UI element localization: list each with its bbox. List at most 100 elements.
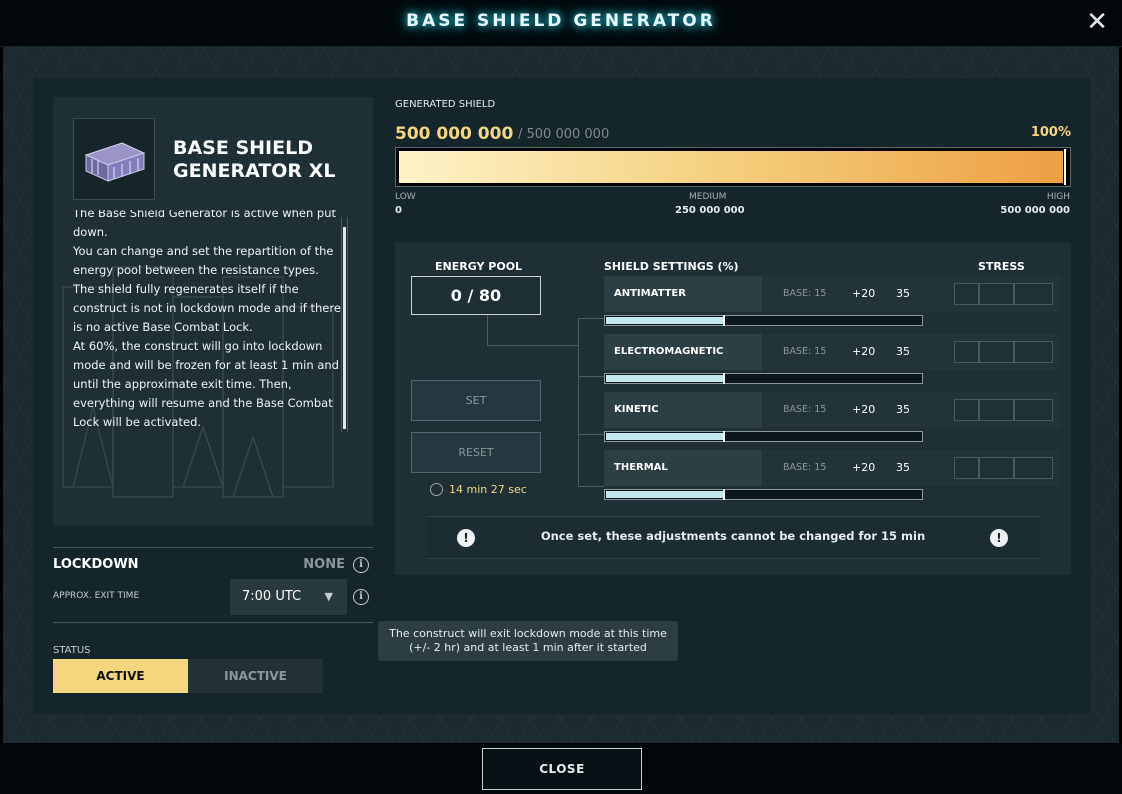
- resistance-added: +20: [852, 461, 876, 474]
- inactive-button[interactable]: INACTIVE: [188, 659, 323, 693]
- scale-low-value: 0: [395, 205, 402, 216]
- set-button[interactable]: SET: [411, 380, 541, 421]
- resistance-base: BASE: 15: [783, 404, 827, 415]
- info-icon[interactable]: i: [353, 557, 369, 573]
- status-label: STATUS: [53, 645, 91, 656]
- scale-low-label: LOW: [395, 192, 416, 202]
- energy-pool-label: ENERGY POOL: [435, 260, 523, 273]
- resistance-total: 35: [896, 403, 910, 416]
- element-description[interactable]: The Base Shield Generator is active when…: [73, 210, 341, 430]
- resistance-row-electromagnetic: ELECTROMAGNETIC BASE: 15 +20 35: [604, 334, 1060, 370]
- shield-bar-marker: [1064, 149, 1066, 185]
- description-line: At 60%, the construct will go into lockd…: [73, 339, 323, 353]
- element-thumbnail: [73, 118, 155, 200]
- description-line: down.: [73, 225, 108, 239]
- active-button[interactable]: ACTIVE: [53, 659, 188, 693]
- resistance-slider[interactable]: [604, 489, 923, 500]
- stress-label: STRESS: [978, 260, 1025, 273]
- stress-cell: [1014, 457, 1053, 479]
- description-scrollbar[interactable]: [341, 217, 348, 432]
- stress-cell: [979, 457, 1014, 479]
- description-line: energy pool between the resistance types…: [73, 263, 319, 277]
- window-title: BASE SHIELD GENERATOR: [406, 11, 716, 31]
- resistance-row-thermal: THERMAL BASE: 15 +20 35: [604, 450, 1060, 486]
- slider-handle[interactable]: [723, 431, 725, 442]
- stress-cell: [979, 283, 1014, 305]
- resistance-name: KINETIC: [604, 392, 762, 428]
- scale-high-value: 500 000 000: [1000, 205, 1070, 216]
- slider-handle[interactable]: [723, 489, 725, 500]
- connector-line: [487, 315, 488, 346]
- info-icon[interactable]: i: [353, 589, 369, 605]
- slider-handle[interactable]: [723, 373, 725, 384]
- connector-line: [578, 434, 604, 435]
- divider: [53, 547, 373, 548]
- shield-generator-icon: [84, 142, 146, 182]
- energy-pool-value: 0 / 80: [411, 276, 541, 315]
- lockdown-value: NONE: [303, 557, 345, 572]
- stress-cell: [979, 341, 1014, 363]
- description-line: The shield fully regenerates itself if t…: [73, 282, 299, 296]
- slider-fill: [606, 491, 723, 498]
- resistance-total: 35: [896, 345, 910, 358]
- warning-icon: !: [990, 529, 1008, 547]
- connector-line: [487, 345, 579, 346]
- description-line: until the approximate exit time. Then,: [73, 377, 292, 391]
- shield-settings-label: SHIELD SETTINGS (%): [604, 260, 739, 273]
- element-name: BASE SHIELD GENERATOR XL: [173, 137, 336, 182]
- resistance-name: ANTIMATTER: [604, 276, 762, 312]
- resistance-slider[interactable]: [604, 315, 923, 326]
- shield-percent: 100%: [1030, 125, 1071, 140]
- divider: [53, 622, 373, 623]
- description-line: The Base Shield Generator is active when…: [73, 210, 337, 220]
- scale-medium-value: 250 000 000: [675, 205, 745, 216]
- description-line: construct is not in lockdown mode and if…: [73, 301, 341, 315]
- stress-cell: [1014, 341, 1053, 363]
- warning-text: Once set, these adjustments cannot be ch…: [540, 529, 926, 543]
- resistance-slider[interactable]: [604, 373, 923, 384]
- stress-cell: [1014, 283, 1053, 305]
- close-button[interactable]: CLOSE: [482, 748, 642, 790]
- element-card: BASE SHIELD GENERATOR XL The Base Shield…: [53, 97, 373, 525]
- slider-fill: [606, 317, 723, 324]
- connector-line: [578, 318, 579, 486]
- resistance-slider[interactable]: [604, 431, 923, 442]
- reset-button[interactable]: RESET: [411, 432, 541, 473]
- resistance-row-antimatter: ANTIMATTER BASE: 15 +20 35: [604, 276, 1060, 312]
- shield-max-value: / 500 000 000: [518, 127, 610, 142]
- stress-meter: [954, 457, 1053, 479]
- resistance-row-kinetic: KINETIC BASE: 15 +20 35: [604, 392, 1060, 428]
- resistance-name: ELECTROMAGNETIC: [604, 334, 762, 370]
- connector-line: [578, 318, 604, 319]
- stress-meter: [954, 341, 1053, 363]
- resistance-base: BASE: 15: [783, 346, 827, 357]
- generated-shield-label: GENERATED SHIELD: [395, 99, 496, 110]
- tooltip-line: The construct will exit lockdown mode at…: [389, 627, 667, 640]
- shield-bar: [395, 147, 1071, 187]
- description-line: Lock will be activated.: [73, 415, 202, 429]
- resistance-added: +20: [852, 403, 876, 416]
- stress-cell: [954, 399, 979, 421]
- description-line: everything will resume and the Base Comb…: [73, 396, 333, 410]
- resistance-name: THERMAL: [604, 450, 762, 486]
- resistance-total: 35: [896, 461, 910, 474]
- stress-cell: [979, 399, 1014, 421]
- connector-line: [578, 376, 604, 377]
- exit-time-select[interactable]: 7:00 UTC ▼: [230, 579, 347, 615]
- resistance-base: BASE: 15: [783, 462, 827, 473]
- lockdown-label: LOCKDOWN: [53, 557, 139, 572]
- stress-meter: [954, 283, 1053, 305]
- slider-fill: [606, 375, 723, 382]
- scrollbar-thumb[interactable]: [343, 227, 346, 429]
- scale-high-label: HIGH: [1046, 192, 1070, 202]
- exit-time-value: 7:00 UTC: [242, 589, 302, 604]
- exit-time-label: APPROX. EXIT TIME: [53, 591, 140, 601]
- stress-meter: [954, 399, 1053, 421]
- stress-cell: [954, 283, 979, 305]
- slider-handle[interactable]: [723, 315, 725, 326]
- description-line: You can change and set the repartition o…: [73, 244, 334, 258]
- shield-current-value: 500 000 000: [395, 124, 514, 144]
- resistance-total: 35: [896, 287, 910, 300]
- close-icon[interactable]: ✕: [1086, 9, 1108, 35]
- exit-time-tooltip: The construct will exit lockdown mode at…: [378, 621, 678, 661]
